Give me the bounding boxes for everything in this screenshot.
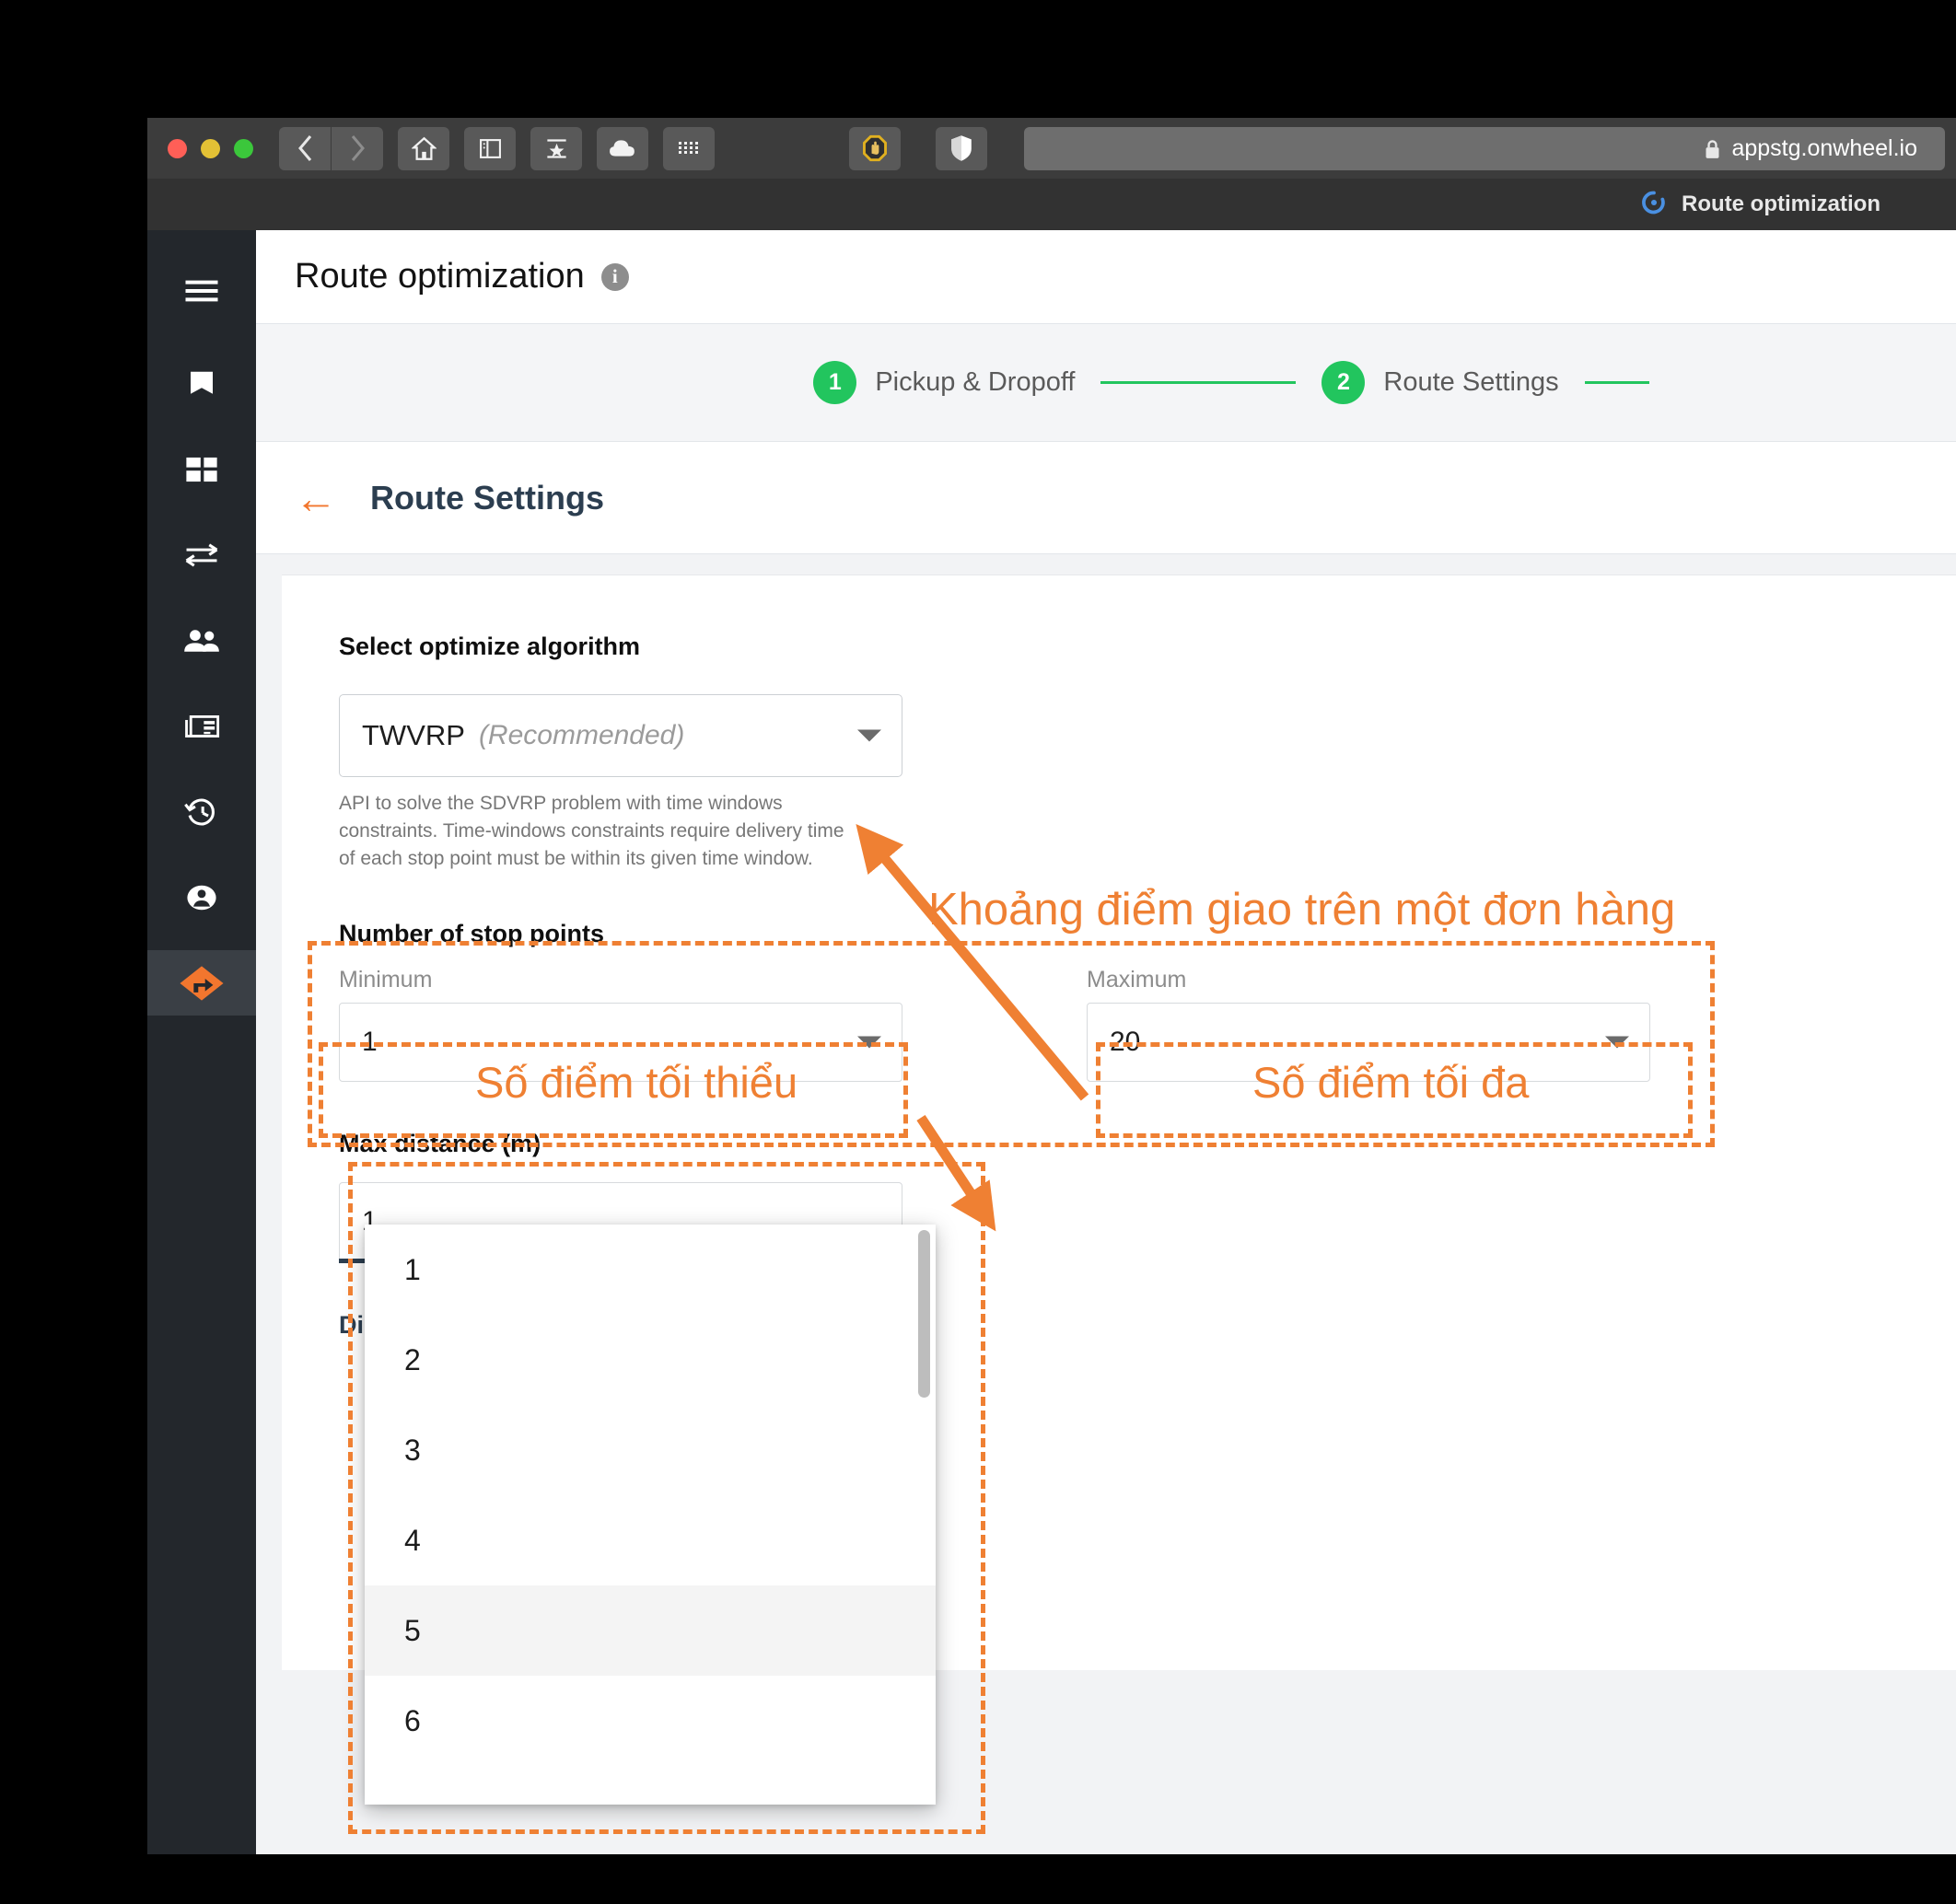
forward-icon[interactable] xyxy=(332,126,383,170)
app-sidebar xyxy=(147,230,256,1854)
step-1-number: 1 xyxy=(813,361,857,404)
home-button-group xyxy=(398,126,449,170)
url-text: appstg.onwheel.io xyxy=(1731,135,1917,161)
apps-group xyxy=(663,126,715,170)
window-controls xyxy=(168,138,253,158)
cloud-group xyxy=(597,126,648,170)
chevron-down-icon[interactable] xyxy=(857,1036,881,1049)
stop-points-group: Number of stop points Minimum 1 Maximum … xyxy=(339,920,1956,1083)
screenshot-root: appstg.onwheel.io Route optimization Rou… xyxy=(0,0,1956,1904)
dropdown-option[interactable]: 3 xyxy=(365,1405,936,1495)
sidebar-item-bookmark[interactable] xyxy=(147,351,256,416)
algorithm-value: TWVRP xyxy=(362,719,465,751)
page-title: Route optimization xyxy=(295,257,585,296)
sidebar-item-route-optimization[interactable] xyxy=(147,950,256,1016)
browser-toolbar: appstg.onwheel.io xyxy=(147,118,1956,179)
step-1-label: Pickup & Dropoff xyxy=(875,367,1076,397)
home-icon[interactable] xyxy=(398,126,449,170)
dropdown-option[interactable]: 2 xyxy=(365,1315,936,1405)
back-icon[interactable] xyxy=(279,126,331,170)
stop-points-dropdown-panel[interactable]: 1 2 3 4 5 6 xyxy=(365,1225,936,1805)
maximum-value: 20 xyxy=(1110,1027,1141,1058)
step-pickup-dropoff[interactable]: 1 Pickup & Dropoff xyxy=(813,361,1075,404)
back-arrow-icon[interactable]: ← xyxy=(295,477,337,519)
minimize-window-button[interactable] xyxy=(201,138,220,158)
minimum-field: Minimum 1 xyxy=(339,967,902,1083)
chevron-down-icon[interactable] xyxy=(857,729,881,742)
maximum-select[interactable]: 20 xyxy=(1087,1003,1650,1083)
sidebar-item-articles[interactable] xyxy=(147,693,256,759)
info-icon[interactable]: i xyxy=(600,262,629,291)
sidebar-button-group xyxy=(464,126,516,170)
shield-group xyxy=(936,126,987,170)
maximum-field: Maximum 20 xyxy=(1087,967,1650,1083)
shield-icon[interactable] xyxy=(936,126,987,170)
sidebar-item-dashboard[interactable] xyxy=(147,436,256,502)
chevron-down-icon[interactable] xyxy=(1605,1036,1629,1049)
step-2-label: Route Settings xyxy=(1383,367,1559,397)
algorithm-label: Select optimize algorithm xyxy=(339,633,641,660)
address-bar[interactable]: appstg.onwheel.io xyxy=(1024,127,1945,170)
minimum-select[interactable]: 1 xyxy=(339,1003,902,1083)
tab-favicon-icon xyxy=(1641,190,1667,220)
step-route-settings[interactable]: 2 Route Settings xyxy=(1321,361,1559,404)
lock-icon xyxy=(1705,139,1720,158)
stepper-connector xyxy=(1100,381,1297,384)
tab-title[interactable]: Route optimization xyxy=(1682,192,1880,217)
dropdown-option[interactable]: 4 xyxy=(365,1495,936,1585)
dropdown-option-highlighted[interactable]: 5 xyxy=(365,1585,936,1676)
stop-points-row: Minimum 1 Maximum 20 xyxy=(339,967,1956,1083)
page-header: Route optimization i xyxy=(256,230,1956,324)
stepper: 1 Pickup & Dropoff 2 Route Settings xyxy=(537,361,1674,404)
section-title: Route Settings xyxy=(370,478,605,517)
stepper-connector-trailing xyxy=(1584,381,1649,384)
maximum-float-label: Maximum xyxy=(1087,967,1187,993)
stepper-bar: 1 Pickup & Dropoff 2 Route Settings xyxy=(256,324,1956,442)
sidebar-item-history[interactable] xyxy=(147,779,256,844)
dropdown-option[interactable]: 6 xyxy=(365,1676,936,1766)
extension-buttons xyxy=(849,126,901,170)
algorithm-select[interactable]: TWVRP (Recommended) xyxy=(339,694,902,777)
algorithm-group: Select optimize algorithm TWVRP (Recomme… xyxy=(339,633,1956,872)
dropdown-option[interactable]: 1 xyxy=(365,1225,936,1315)
adblock-icon[interactable] xyxy=(849,126,901,170)
dropdown-scrollbar[interactable] xyxy=(918,1230,930,1764)
sidebar-icon[interactable] xyxy=(464,126,516,170)
reading-list-icon[interactable] xyxy=(530,126,582,170)
sidebar-item-people[interactable] xyxy=(147,608,256,673)
maximize-window-button[interactable] xyxy=(234,138,253,158)
route-sign-icon xyxy=(180,965,224,1001)
reading-list-group xyxy=(530,126,582,170)
tab-strip: Route optimization xyxy=(147,179,1956,230)
minimum-value: 1 xyxy=(362,1027,378,1058)
cloud-icon[interactable] xyxy=(597,126,648,170)
close-window-button[interactable] xyxy=(168,138,187,158)
minimum-float-label: Minimum xyxy=(339,967,433,993)
section-subheader: ← Route Settings xyxy=(256,442,1956,554)
sidebar-item-transfer[interactable] xyxy=(147,522,256,587)
stop-points-label: Number of stop points xyxy=(339,920,604,948)
navigation-buttons xyxy=(279,126,383,170)
sidebar-item-account[interactable] xyxy=(147,865,256,930)
step-2-number: 2 xyxy=(1321,361,1366,404)
apps-grid-icon[interactable] xyxy=(663,126,715,170)
sidebar-item-menu[interactable] xyxy=(147,258,256,323)
algorithm-description: API to solve the SDVRP problem with time… xyxy=(339,793,844,869)
max-distance-label: Max distance (m) xyxy=(339,1130,541,1158)
dropdown-scrollbar-thumb[interactable] xyxy=(918,1230,930,1398)
algorithm-value-suffix: (Recommended) xyxy=(478,720,685,750)
